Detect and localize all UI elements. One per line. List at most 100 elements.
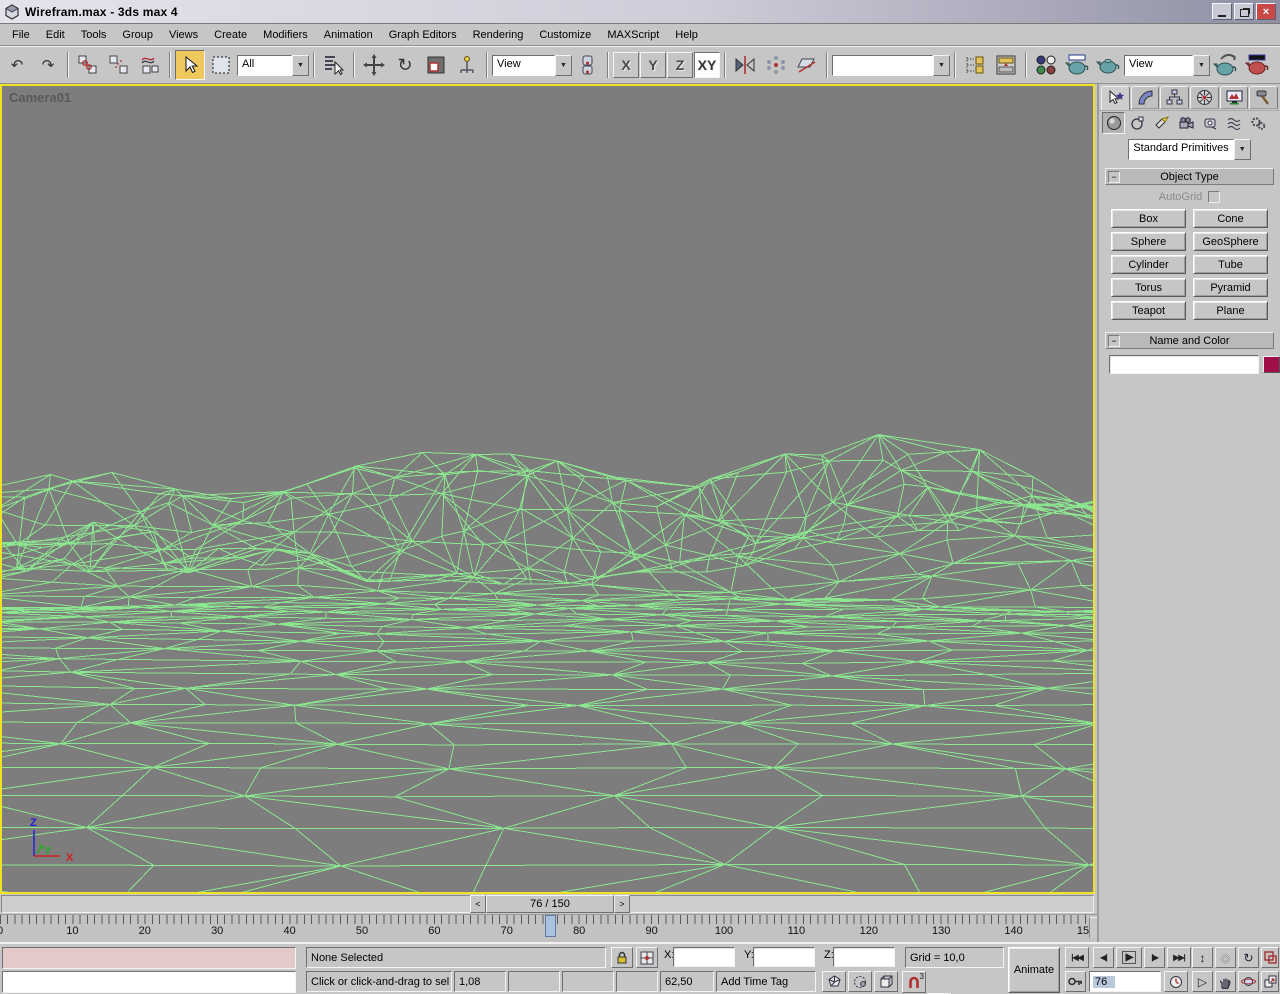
angle-snap-3-button[interactable]: 3	[902, 971, 926, 993]
current-frame-marker[interactable]	[545, 915, 556, 937]
go-to-start-button[interactable]: |◀◀	[1065, 947, 1089, 968]
category-cameras-button[interactable]	[1174, 112, 1197, 134]
key-mode-toggle[interactable]	[1065, 971, 1086, 992]
create-cylinder-button[interactable]: Cylinder	[1111, 255, 1186, 274]
chevron-down-icon[interactable]: ▼	[933, 55, 950, 76]
add-time-tag[interactable]: Add Time Tag	[716, 971, 816, 992]
create-box-button[interactable]: Box	[1111, 209, 1186, 228]
restore-button[interactable]	[1234, 3, 1254, 20]
category-spacewarps-button[interactable]	[1222, 112, 1245, 134]
select-and-rotate-button[interactable]: ↻	[390, 50, 420, 80]
menu-graph-editors[interactable]: Graph Editors	[381, 26, 465, 44]
tab-hierarchy[interactable]	[1160, 86, 1189, 109]
menu-animation[interactable]: Animation	[316, 26, 381, 44]
go-to-end-button[interactable]: ▶▶|	[1167, 947, 1191, 968]
menu-customize[interactable]: Customize	[531, 26, 599, 44]
chevron-down-icon[interactable]: ▼	[292, 55, 309, 76]
align-button[interactable]	[792, 50, 822, 80]
open-track-view-button[interactable]	[960, 50, 990, 80]
restrict-z-button[interactable]: Z	[667, 52, 693, 78]
play-animation-button[interactable]: ▶	[1116, 947, 1142, 968]
track-bar[interactable]: 0102030405060708090100110120130140150	[0, 914, 1097, 942]
create-tube-button[interactable]: Tube	[1193, 255, 1268, 274]
mirror-button[interactable]	[730, 50, 760, 80]
menu-group[interactable]: Group	[114, 26, 161, 44]
restrict-y-button[interactable]: Y	[640, 52, 666, 78]
previous-frame-button[interactable]: ◀|	[1093, 947, 1114, 968]
create-pyramid-button[interactable]: Pyramid	[1193, 278, 1268, 297]
create-teapot-button[interactable]: Teapot	[1111, 301, 1186, 320]
viewport-label[interactable]: Camera01	[9, 90, 71, 105]
region-zoom-button[interactable]	[1261, 947, 1279, 968]
field-of-view-button[interactable]: ▷	[1192, 971, 1213, 992]
maxscript-listener-pane[interactable]	[2, 971, 296, 993]
time-configuration-button[interactable]	[1164, 971, 1188, 992]
unlink-button[interactable]	[104, 50, 134, 80]
snap-toggle-3d-button[interactable]	[822, 971, 846, 992]
selection-lock-toggle[interactable]	[611, 947, 633, 968]
category-helpers-button[interactable]	[1198, 112, 1221, 134]
min-max-toggle-button[interactable]	[1261, 971, 1279, 992]
rectangular-selection-region-button[interactable]	[206, 50, 236, 80]
category-lights-button[interactable]	[1150, 112, 1173, 134]
menu-file[interactable]: File	[4, 26, 38, 44]
animate-button[interactable]: Animate	[1008, 947, 1060, 993]
next-frame-arrow[interactable]: >	[614, 895, 630, 913]
open-schematic-view-button[interactable]	[991, 50, 1021, 80]
previous-frame-arrow[interactable]: <	[470, 895, 486, 913]
menu-tools[interactable]: Tools	[73, 26, 115, 44]
dolly-camera-button[interactable]: ↕	[1192, 947, 1213, 968]
close-button[interactable]: ×	[1256, 3, 1276, 20]
render-type-dropdown[interactable]: View ▼	[1124, 55, 1210, 76]
quick-render-button[interactable]	[1211, 50, 1241, 80]
macro-recorder-pane[interactable]	[2, 947, 296, 969]
reference-coordinate-dropdown[interactable]: View ▼	[492, 55, 572, 76]
menu-create[interactable]: Create	[206, 26, 255, 44]
undo-button[interactable]: ↶	[2, 50, 32, 80]
select-and-move-button[interactable]	[359, 50, 389, 80]
y-coordinate-field[interactable]	[753, 947, 815, 967]
tab-modify[interactable]	[1131, 86, 1160, 109]
create-geosphere-button[interactable]: GeoSphere	[1193, 232, 1268, 251]
category-shapes-button[interactable]	[1126, 112, 1149, 134]
tab-motion[interactable]	[1190, 86, 1219, 109]
title-bar[interactable]: Wirefram.max - 3ds max 4 ×	[0, 0, 1280, 24]
selection-filter-dropdown[interactable]: All ▼	[237, 55, 309, 76]
create-sphere-button[interactable]: Sphere	[1111, 232, 1186, 251]
autogrid-checkbox[interactable]	[1208, 191, 1220, 203]
select-and-manipulate-button[interactable]	[452, 50, 482, 80]
minimize-button[interactable]	[1212, 3, 1232, 20]
primitives-category-dropdown[interactable]: Standard Primitives ▼	[1128, 139, 1250, 160]
create-torus-button[interactable]: Torus	[1111, 278, 1186, 297]
collapse-icon[interactable]: −	[1108, 335, 1120, 347]
camera-viewport[interactable]: Camera01 Z X Y	[0, 84, 1095, 894]
tab-display[interactable]	[1220, 86, 1249, 109]
snap-toggle-25d-button[interactable]	[848, 971, 872, 992]
menu-maxscript[interactable]: MAXScript	[599, 26, 667, 44]
select-and-link-button[interactable]	[73, 50, 103, 80]
collapse-icon[interactable]: −	[1108, 171, 1120, 183]
select-object-button[interactable]	[175, 50, 205, 80]
tab-create[interactable]	[1101, 86, 1130, 111]
select-by-name-button[interactable]	[319, 50, 349, 80]
use-center-button[interactable]	[573, 50, 603, 80]
tab-utilities[interactable]	[1249, 86, 1278, 109]
zoom-extents-all-button[interactable]: ◇	[1215, 947, 1236, 968]
redo-button[interactable]: ↷	[33, 50, 63, 80]
x-coordinate-field[interactable]	[673, 947, 735, 967]
time-slider-handle[interactable]: 76 / 150	[486, 895, 614, 913]
material-editor-button[interactable]	[1031, 50, 1061, 80]
create-plane-button[interactable]: Plane	[1193, 301, 1268, 320]
category-systems-button[interactable]	[1246, 112, 1269, 134]
menu-modifiers[interactable]: Modifiers	[255, 26, 316, 44]
menu-rendering[interactable]: Rendering	[465, 26, 532, 44]
next-frame-button[interactable]: |▶	[1144, 947, 1165, 968]
select-and-scale-button[interactable]	[421, 50, 451, 80]
render-scene-button[interactable]	[1062, 50, 1092, 80]
menu-edit[interactable]: Edit	[38, 26, 73, 44]
absolute-offset-toggle[interactable]	[636, 947, 658, 968]
category-geometry-button[interactable]	[1102, 112, 1125, 134]
chevron-down-icon[interactable]: ▼	[1234, 139, 1251, 160]
restrict-x-button[interactable]: X	[613, 52, 639, 78]
truck-camera-button[interactable]	[1215, 971, 1236, 992]
